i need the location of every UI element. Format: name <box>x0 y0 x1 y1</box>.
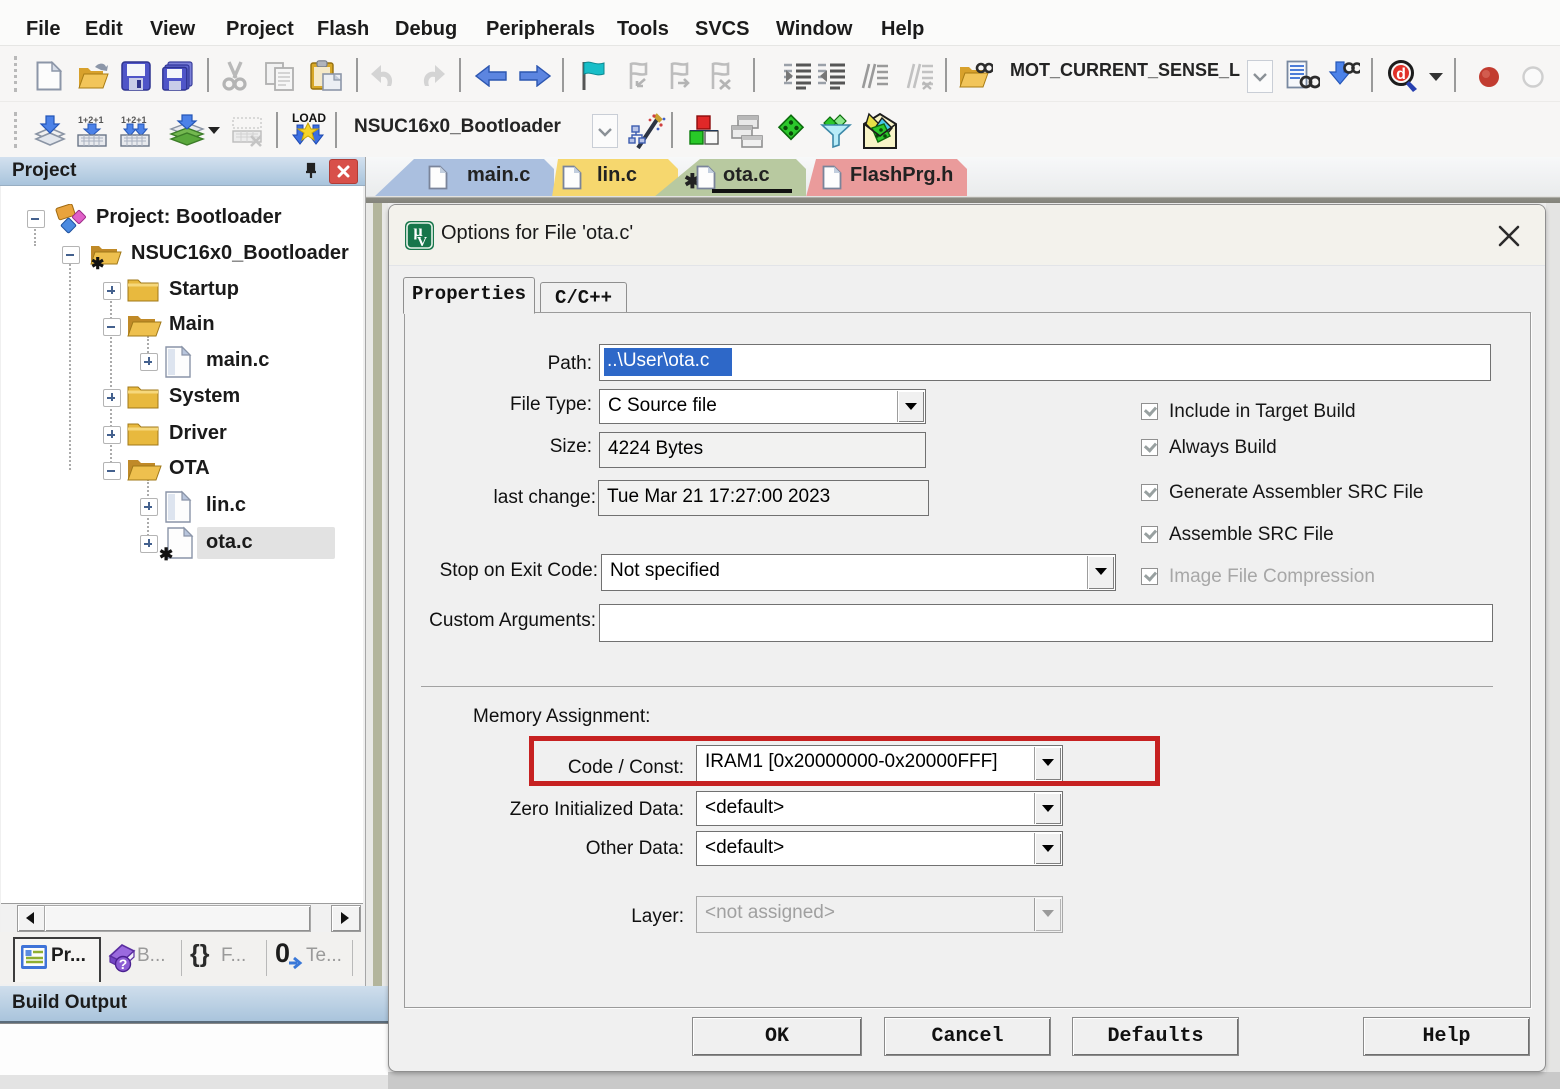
svg-text:d: d <box>1396 66 1406 83</box>
svg-text:?: ? <box>119 956 128 972</box>
svg-text:V: V <box>417 235 427 250</box>
svg-text:✱: ✱ <box>159 545 173 562</box>
svg-text:LOAD: LOAD <box>292 111 326 125</box>
svg-text:✱: ✱ <box>91 256 104 272</box>
